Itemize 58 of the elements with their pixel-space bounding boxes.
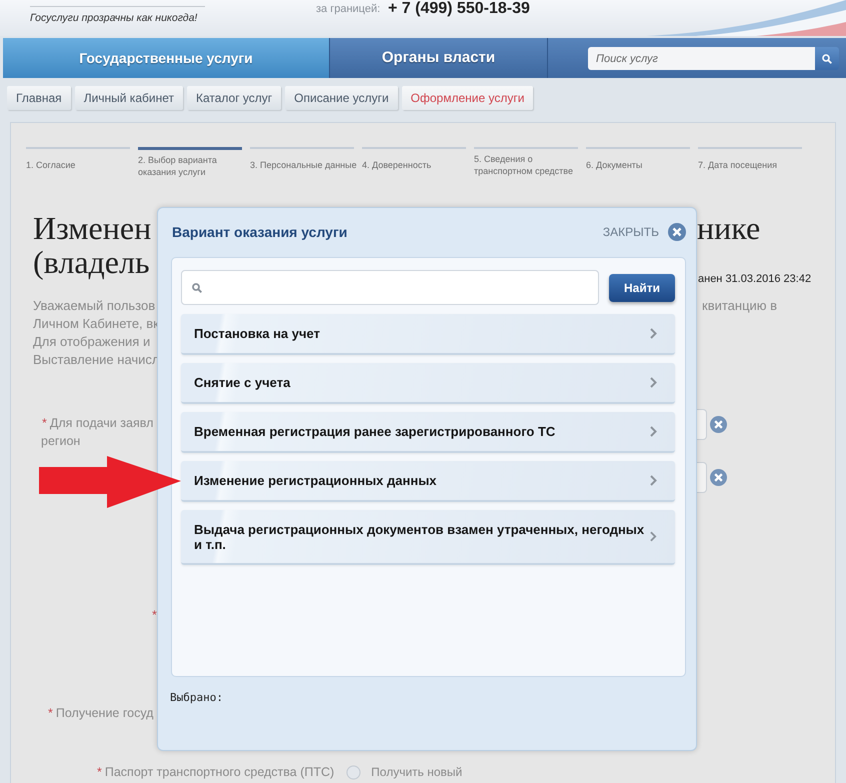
selected-label: Выбрано: xyxy=(170,690,223,706)
find-button[interactable]: Найти xyxy=(609,274,675,302)
option-item[interactable]: Выдача регистрационных документов взамен утраченных, негодных и т.п. xyxy=(181,510,675,565)
chevron-icon xyxy=(650,531,657,542)
step-label: 3. Персональные данные xyxy=(250,158,357,170)
nav-tab[interactable]: Государственные услуги xyxy=(3,38,330,78)
intro-text: Для отображения и xyxy=(33,333,152,351)
chevron-icon xyxy=(650,328,657,339)
close-button[interactable]: ЗАКРЫТЬ xyxy=(602,223,686,241)
intro-text: квитанцию в xyxy=(702,297,778,315)
field-label: Получение госуд xyxy=(56,705,154,722)
page-title-text: (владель xyxy=(33,245,151,279)
required-mark: * xyxy=(48,705,53,722)
required-mark: * xyxy=(42,415,47,432)
option-item[interactable]: Постановка на учет xyxy=(181,314,675,355)
option-item[interactable]: Снятие с учета xyxy=(181,363,675,404)
required-mark: * xyxy=(152,607,157,624)
search-icon xyxy=(192,282,202,292)
search-icon xyxy=(822,54,832,64)
field-label: регион xyxy=(41,433,80,450)
step-label: 6. Документы xyxy=(586,158,642,170)
page-title-text: Изменен xyxy=(33,211,152,245)
breadcrumb-link[interactable]: Оформление услуги xyxy=(402,86,534,110)
phone-number: + 7 (499) 550-18-39 xyxy=(388,0,530,18)
page-title-text: нике xyxy=(697,211,762,245)
saved-note: анен 31.03.2016 23:42 xyxy=(698,272,812,286)
input-field[interactable] xyxy=(697,462,707,493)
close-icon xyxy=(668,223,686,241)
field-label: Для подачи заявл xyxy=(50,415,154,432)
breadcrumb-link[interactable]: Каталог услуг xyxy=(186,86,282,110)
field-label: Паспорт транспортного средства (ПТС) xyxy=(104,764,334,781)
step-label: 4. Доверенность xyxy=(362,158,432,170)
option-item[interactable]: Изменение регистрационных данных xyxy=(181,461,675,502)
breadcrumb-link[interactable]: Главная xyxy=(7,86,71,110)
phone-label: за границей: xyxy=(316,3,382,16)
search-button[interactable] xyxy=(815,47,839,70)
breadcrumb-link[interactable]: Описание услуги xyxy=(285,86,398,110)
modal-title: Вариант оказания услуги xyxy=(172,222,348,242)
step-label: 2. Выбор варианта оказания услуги xyxy=(138,154,218,178)
radio-label: Получить новый xyxy=(371,764,462,781)
input-field[interactable] xyxy=(697,409,707,440)
clear-icon[interactable] xyxy=(710,416,727,433)
nav-tab[interactable]: Органы власти xyxy=(330,38,548,78)
step-label: 5. Сведения о транспортном средстве xyxy=(474,152,574,176)
option-item[interactable]: Временная регистрация ранее зарегистрированного ТС xyxy=(181,412,675,453)
intro-text: Уважаемый пользов xyxy=(33,297,156,315)
required-mark: * xyxy=(97,764,102,781)
clear-icon[interactable] xyxy=(710,469,727,486)
breadcrumb-link[interactable]: Личный кабинет xyxy=(74,86,183,110)
search-field[interactable] xyxy=(181,270,599,305)
chevron-icon xyxy=(650,426,657,437)
radio-button[interactable] xyxy=(346,764,362,780)
tagline-text: Госуслуги прозрачны как никогда! xyxy=(30,12,198,25)
step-label: 1. Согласие xyxy=(26,158,76,170)
step-label: 7. Дата посещения xyxy=(698,158,778,170)
search-field[interactable]: Поиск услуг xyxy=(588,47,815,70)
chevron-icon xyxy=(650,377,657,388)
chevron-icon xyxy=(650,475,657,486)
